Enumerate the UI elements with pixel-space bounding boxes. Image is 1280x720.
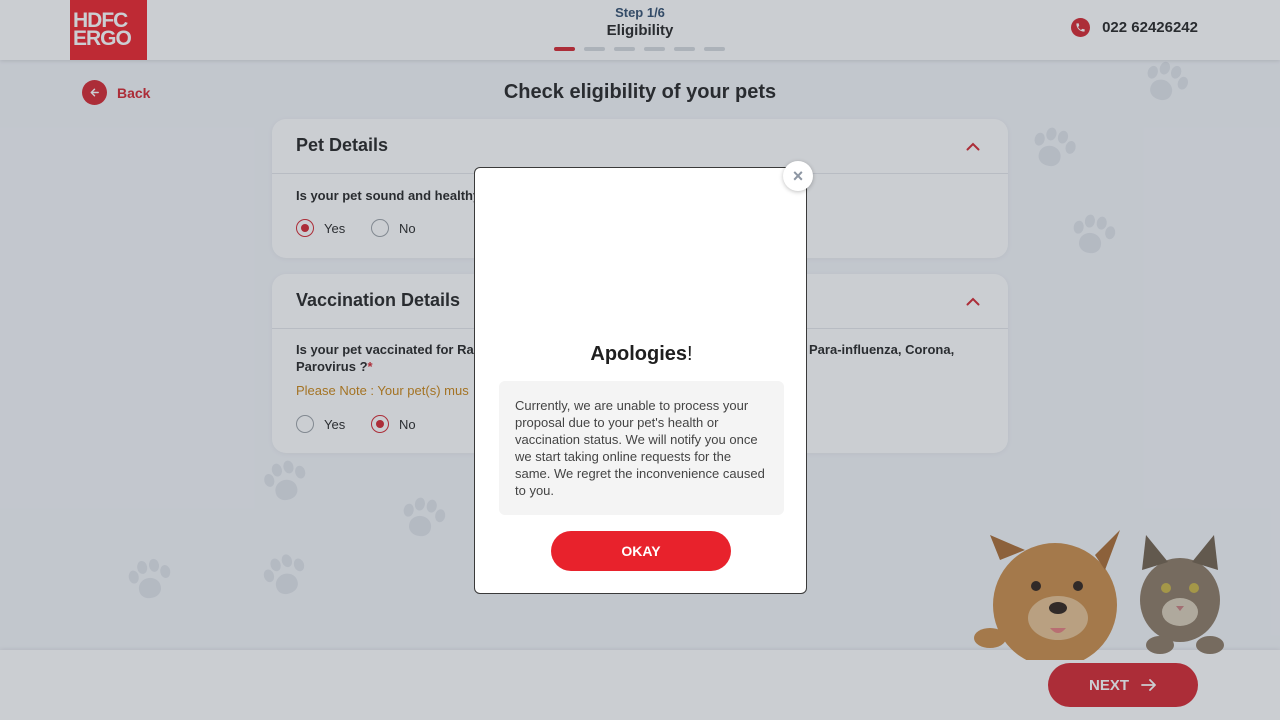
okay-button[interactable]: OKAY: [551, 531, 731, 571]
apology-modal: Apologies! Currently, we are unable to p…: [474, 167, 807, 594]
modal-message: Currently, we are unable to process your…: [499, 381, 784, 515]
modal-title: Apologies!: [590, 343, 693, 365]
close-icon[interactable]: ×: [783, 161, 813, 191]
